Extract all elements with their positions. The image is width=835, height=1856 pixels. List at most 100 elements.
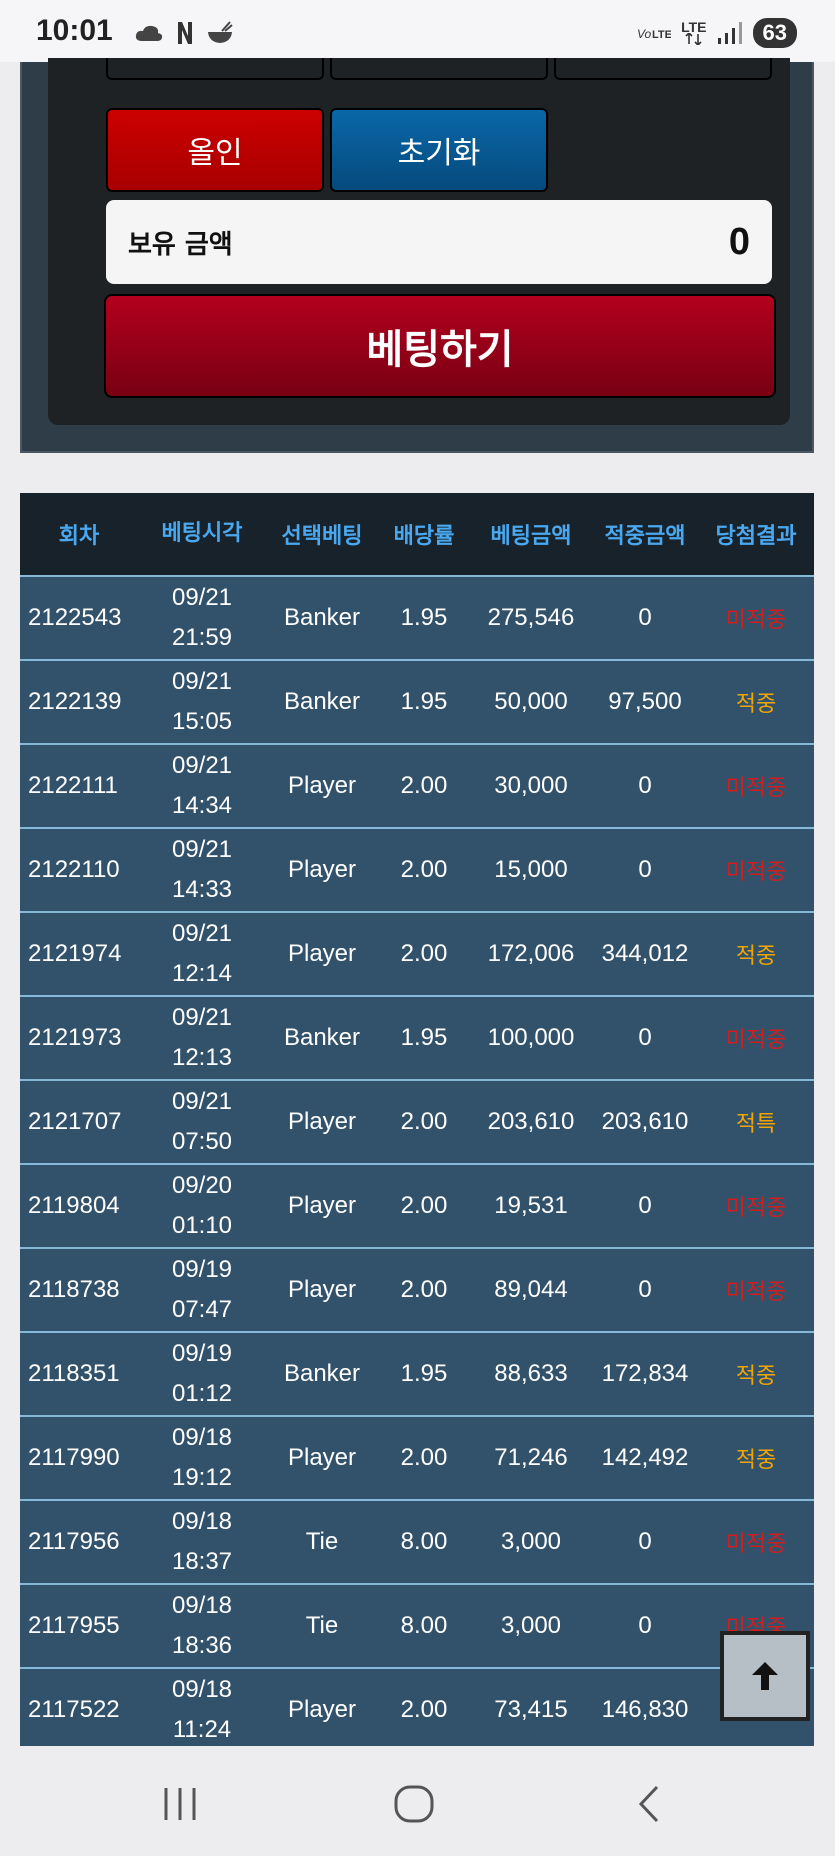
row-result: 미적중 [725, 1028, 787, 1053]
row-bet-time: 09/21 12:14 [138, 914, 266, 994]
chip-button-1[interactable] [106, 58, 324, 80]
row-round: 2117990 [28, 1444, 120, 1471]
row-time: 12:14 [171, 960, 233, 987]
bowl-icon [208, 21, 233, 43]
row-bet-time: 09/21 14:33 [138, 830, 266, 910]
back-button[interactable] [618, 1782, 678, 1826]
home-button[interactable] [384, 1782, 444, 1826]
bet-panel-inner: 올인 초기화 보유 금액 0 베팅하기 [48, 58, 790, 425]
scroll-top-button[interactable] [720, 1631, 810, 1721]
row-bet-amount: 19,531 [494, 1192, 568, 1219]
row-payout: 203,610 [601, 1108, 689, 1135]
row-time: 01:10 [171, 1212, 233, 1239]
lte-arrows-icon [685, 33, 702, 45]
recent-apps-icon [164, 1788, 196, 1820]
row-date: 09/21 [171, 584, 233, 611]
row-pick: Banker [283, 1024, 361, 1051]
header-pick: 선택베팅 [281, 524, 363, 549]
row-pick: Banker [283, 688, 361, 715]
row-payout: 0 [638, 1192, 652, 1219]
cloud-icon [135, 25, 163, 41]
row-round: 2118351 [28, 1360, 120, 1387]
row-result: 미적중 [725, 608, 787, 633]
row-result: 적중 [735, 944, 777, 969]
row-odds: 2.00 [400, 1276, 448, 1303]
row-odds: 2.00 [400, 940, 448, 967]
row-bet-time: 09/18 18:36 [138, 1586, 266, 1666]
chip-button-2[interactable] [330, 58, 548, 80]
row-odds: 8.00 [400, 1528, 448, 1555]
row-date: 09/18 [171, 1592, 233, 1619]
battery-icon: 63 [752, 18, 797, 48]
recent-apps-button[interactable] [150, 1782, 210, 1826]
row-result: 미적중 [725, 776, 787, 801]
row-time: 15:05 [171, 708, 233, 735]
table-row: 2117956 09/18 18:37 Tie 8.00 3,000 0 미적중 [20, 1501, 814, 1585]
row-bet-amount: 275,546 [487, 604, 575, 631]
bet-history-table: 회차 베팅시각 선택베팅 배당률 베팅금액 적중금액 당첨결과 2122543 0… [20, 493, 814, 1753]
table-row: 2117955 09/18 18:36 Tie 8.00 3,000 0 미적중 [20, 1585, 814, 1669]
header-bet-amount: 베팅금액 [490, 524, 572, 549]
status-time: 10:01 [36, 14, 113, 47]
row-bet-amount: 89,044 [494, 1276, 568, 1303]
row-date: 09/21 [171, 1088, 233, 1115]
row-payout: 0 [638, 1612, 652, 1639]
row-result: 적중 [735, 1448, 777, 1473]
table-row: 2117522 09/18 11:24 Player 2.00 73,415 146,830… [20, 1669, 814, 1753]
header-round: 회차 [58, 524, 100, 549]
row-round: 2122139 [28, 688, 122, 715]
row-date: 09/18 [171, 1508, 233, 1535]
system-nav-bar [0, 1746, 835, 1856]
row-payout: 0 [638, 1276, 652, 1303]
row-result: 적중 [735, 692, 777, 717]
reset-button[interactable]: 초기화 [330, 108, 548, 192]
row-payout: 172,834 [601, 1360, 689, 1387]
row-pick: Banker [283, 1360, 361, 1387]
row-date: 09/19 [171, 1340, 233, 1367]
row-date: 09/21 [171, 1004, 233, 1031]
row-result: 미적중 [725, 1280, 787, 1305]
row-bet-amount: 73,415 [494, 1696, 568, 1723]
row-time: 12:13 [171, 1044, 233, 1071]
row-odds: 8.00 [400, 1612, 448, 1639]
row-pick: Player [287, 1276, 357, 1303]
row-payout: 146,830 [601, 1696, 689, 1723]
row-odds: 2.00 [400, 1192, 448, 1219]
row-payout: 0 [638, 772, 652, 799]
volte-icon: Vo LTE [637, 27, 671, 41]
row-result: 적중 [735, 1364, 777, 1389]
row-pick: Tie [305, 1528, 339, 1555]
row-bet-amount: 88,633 [494, 1360, 568, 1387]
row-pick: Banker [283, 604, 361, 631]
row-date: 09/19 [171, 1256, 233, 1283]
svg-text:Vo: Vo [637, 27, 652, 41]
row-time: 14:33 [171, 876, 233, 903]
row-time: 14:34 [171, 792, 233, 819]
row-bet-time: 09/18 18:37 [138, 1502, 266, 1582]
row-date: 09/21 [171, 920, 233, 947]
row-payout: 0 [638, 1528, 652, 1555]
row-round: 2122111 [28, 772, 118, 799]
row-odds: 1.95 [400, 688, 448, 715]
table-row: 2122111 09/21 14:34 Player 2.00 30,000 0 미적중 [20, 745, 814, 829]
header-payout: 적중금액 [604, 524, 686, 549]
row-bet-time: 09/19 07:47 [138, 1250, 266, 1330]
table-row: 2118351 09/19 01:12 Banker 1.95 88,633 172,834… [20, 1333, 814, 1417]
home-icon [394, 1785, 434, 1823]
n-notification-icon [178, 22, 192, 44]
row-date: 09/21 [171, 668, 233, 695]
row-pick: Tie [305, 1612, 339, 1639]
row-date: 09/18 [171, 1676, 233, 1703]
row-bet-amount: 30,000 [494, 772, 568, 799]
all-in-button[interactable]: 올인 [106, 108, 324, 192]
status-bar: 10:01 Vo LTE LTE 63 [0, 0, 835, 62]
row-odds: 2.00 [400, 1108, 448, 1135]
row-payout: 0 [638, 856, 652, 883]
row-round: 2118738 [28, 1276, 120, 1303]
row-bet-time: 09/18 19:12 [138, 1418, 266, 1498]
place-bet-button[interactable]: 베팅하기 [104, 294, 776, 398]
row-result: 미적중 [725, 1532, 787, 1557]
row-date: 09/21 [171, 752, 233, 779]
chip-button-3[interactable] [554, 58, 772, 80]
row-odds: 2.00 [400, 856, 448, 883]
